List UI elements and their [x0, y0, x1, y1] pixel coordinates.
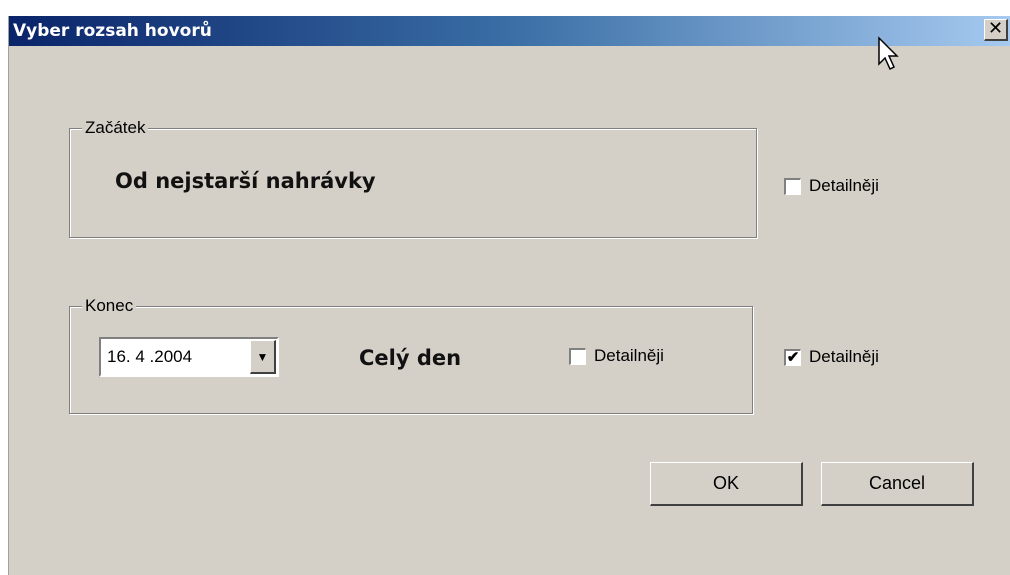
dropdown-button[interactable]: ▼: [250, 340, 276, 374]
title-bar[interactable]: Vyber rozsah hovorů ✕: [9, 16, 1010, 46]
range-text: Celý den: [359, 346, 462, 370]
checkbox-label: Detailněji: [594, 346, 664, 365]
end-detail-checkbox[interactable]: ✔ Detailněji: [784, 347, 879, 367]
checkbox-label: Detailněji: [809, 347, 879, 366]
close-icon: ✕: [987, 18, 1004, 39]
chevron-down-icon: ▼: [256, 350, 269, 364]
checkbox-box[interactable]: ✔: [784, 348, 801, 366]
start-group: Začátek Od nejstarší nahrávky: [69, 118, 757, 238]
window-title: Vyber rozsah hovorů: [13, 21, 212, 41]
start-detail-checkbox[interactable]: Detailněji: [784, 176, 879, 196]
dialog-window: Vyber rozsah hovorů ✕ Začátek Od nejstar…: [8, 16, 1010, 575]
checkbox-box[interactable]: [569, 347, 586, 365]
ok-button[interactable]: OK: [650, 462, 803, 506]
end-inner-detail-checkbox[interactable]: Detailněji: [569, 346, 664, 366]
end-group-legend: Konec: [82, 296, 137, 316]
close-button[interactable]: ✕: [984, 19, 1008, 41]
date-picker[interactable]: 16. 4 .2004 ▼: [99, 337, 279, 377]
date-value: 16. 4 .2004: [107, 347, 193, 366]
mouse-pointer-icon: [878, 36, 899, 71]
start-value-text: Od nejstarší nahrávky: [115, 169, 376, 193]
checkbox-label: Detailněji: [809, 176, 879, 195]
start-group-legend: Začátek: [82, 118, 149, 138]
check-icon: ✔: [786, 348, 800, 366]
cancel-button[interactable]: Cancel: [821, 462, 974, 506]
checkbox-box[interactable]: [784, 177, 801, 195]
